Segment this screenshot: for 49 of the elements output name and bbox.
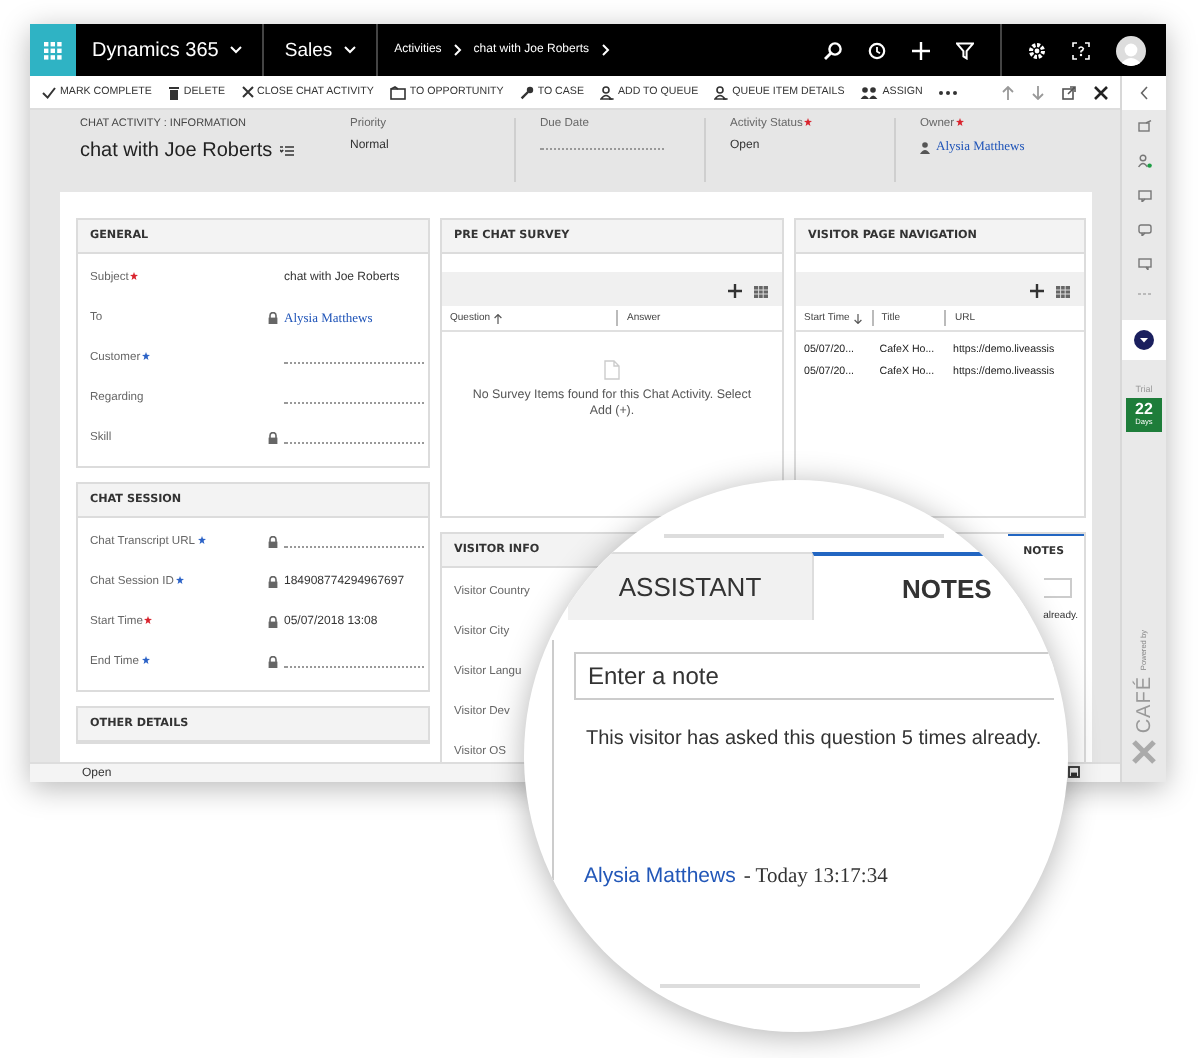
close-icon[interactable] (1094, 85, 1108, 99)
up-arrow-icon[interactable] (1002, 85, 1014, 99)
chevron-right-icon (453, 44, 462, 56)
history-icon[interactable] (868, 41, 886, 59)
waffle-icon (44, 41, 62, 59)
trash-icon (167, 85, 180, 99)
caret-icon (344, 46, 357, 54)
filter-icon[interactable] (956, 41, 974, 59)
person-icon (599, 85, 614, 99)
person-icon (920, 141, 930, 153)
app-switcher[interactable]: Dynamics 365 (76, 24, 263, 76)
user-avatar[interactable] (1116, 35, 1146, 65)
people-icon (860, 85, 879, 99)
tab[interactable]: ASSISTANT (568, 552, 812, 620)
brand-logo-text: CAFÉ (1133, 676, 1155, 734)
grid-icon (1056, 285, 1070, 297)
more-icon[interactable] (938, 89, 959, 95)
wrench-icon (519, 85, 534, 99)
note-timestamp: - Today 13:17:34 (743, 866, 888, 888)
plus-icon[interactable] (912, 41, 930, 59)
person-icon[interactable] (1137, 154, 1151, 168)
help-icon[interactable] (1072, 41, 1090, 59)
settings-icon[interactable] (1028, 41, 1046, 59)
author-link[interactable]: Alysia Matthews (584, 864, 736, 888)
chat-icon[interactable] (1137, 224, 1151, 236)
caret-icon (230, 46, 243, 54)
person-icon (714, 85, 729, 99)
note-field[interactable] (1044, 578, 1072, 598)
close-icon (241, 86, 254, 98)
check-icon (42, 85, 56, 99)
note-text: This visitor has asked this question 5 times already. (586, 728, 1044, 750)
chat-icon[interactable] (1137, 258, 1151, 270)
form-selector-icon[interactable] (280, 146, 295, 156)
note-input[interactable]: Enter a note (574, 652, 1054, 700)
chevron-right-icon (601, 44, 609, 56)
record-title: chat with Joe Roberts (80, 140, 273, 162)
tab[interactable]: NOTES (812, 552, 1028, 620)
plus-icon (1030, 283, 1044, 297)
grid-icon (754, 285, 768, 297)
plus-icon (728, 283, 742, 297)
dropdown-icon[interactable] (1134, 330, 1154, 350)
collapse-icon[interactable] (1140, 86, 1148, 100)
pop-out-icon[interactable] (1137, 120, 1151, 132)
save-icon[interactable] (1068, 765, 1080, 777)
down-arrow-icon[interactable] (1032, 85, 1044, 99)
chat-icon[interactable] (1137, 190, 1151, 202)
pop-out-icon[interactable] (1062, 85, 1076, 99)
x-logo-icon (1132, 740, 1156, 764)
search-icon[interactable] (824, 41, 842, 59)
